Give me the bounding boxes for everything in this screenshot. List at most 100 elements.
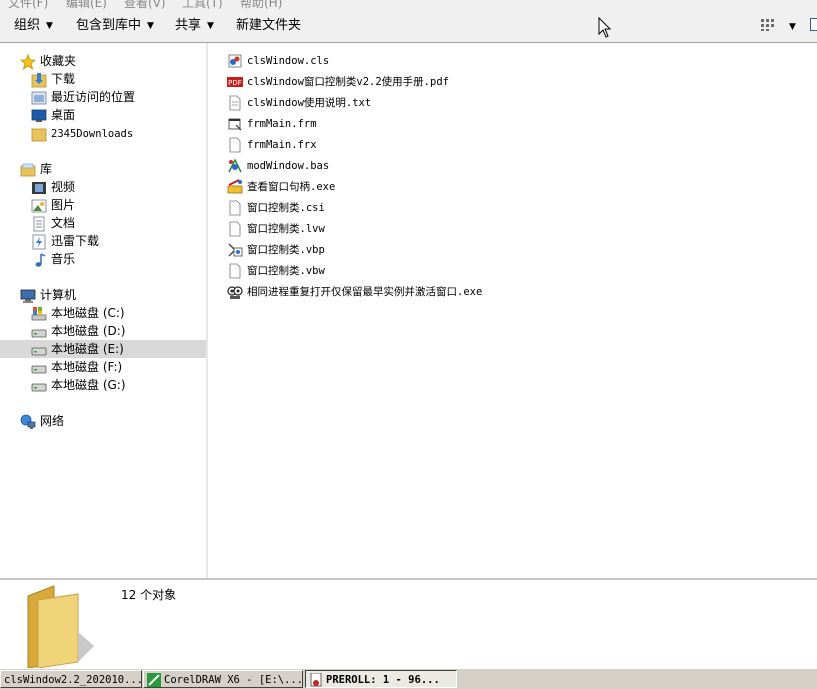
- hard-drive-icon: [31, 324, 47, 340]
- menu-file[interactable]: 文件(F): [8, 0, 48, 10]
- organize-button[interactable]: 组织 ▼: [14, 17, 53, 35]
- preview-pane-icon: [810, 18, 817, 32]
- chevron-down-icon: ▼: [207, 21, 214, 31]
- vb-class-icon: [227, 53, 243, 69]
- chevron-down-icon: ▼: [147, 21, 154, 31]
- hard-drive-icon: [31, 342, 47, 358]
- thunder-download-icon: [31, 234, 47, 250]
- view-options-button[interactable]: [760, 18, 776, 36]
- nav-item-videos[interactable]: 视频: [31, 178, 75, 196]
- menu-view[interactable]: 查看(V): [124, 0, 166, 10]
- nav-favorites[interactable]: 收藏夹: [20, 52, 76, 70]
- include-in-library-label: 包含到库中: [76, 18, 141, 33]
- menu-help[interactable]: 帮助(H): [240, 0, 282, 10]
- nav-item-label: 本地磁盘 (C:): [51, 306, 125, 320]
- list-item[interactable]: modWindow.bas: [227, 156, 329, 175]
- taskbar-button-explorer[interactable]: clsWindow2.2_202010...: [0, 670, 142, 688]
- taskbar-button-coreldraw[interactable]: CorelDRAW X6 - [E:\...: [143, 670, 303, 688]
- file-name: clsWindow.cls: [247, 55, 329, 67]
- library-icon: [20, 162, 36, 178]
- nav-item-desktop[interactable]: 桌面: [31, 106, 75, 124]
- vb-module-icon: [227, 158, 243, 174]
- file-name: clsWindow窗口控制类v2.2使用手册.pdf: [247, 76, 449, 88]
- desktop-icon: [31, 108, 47, 124]
- nav-item-thunder-downloads[interactable]: 迅雷下载: [31, 232, 99, 250]
- nav-item-label: 下载: [51, 72, 75, 86]
- nav-network[interactable]: 网络: [20, 412, 64, 430]
- nav-item-label: 图片: [51, 198, 75, 212]
- nav-item-pictures[interactable]: 图片: [31, 196, 75, 214]
- hard-drive-icon: [31, 378, 47, 394]
- pdf-icon: PDF: [227, 74, 243, 90]
- nav-item-drive-c[interactable]: 本地磁盘 (C:): [31, 304, 125, 322]
- command-bar: 组织 ▼ 包含到库中 ▼ 共享 ▼ 新建文件夹 ▼: [0, 10, 817, 43]
- documents-icon: [31, 216, 47, 232]
- list-item[interactable]: frmMain.frm: [227, 114, 317, 133]
- list-item[interactable]: clsWindow使用说明.txt: [227, 93, 371, 112]
- nav-item-drive-e[interactable]: 本地磁盘 (E:): [0, 340, 206, 358]
- file-name: clsWindow使用说明.txt: [247, 97, 371, 109]
- nav-libraries[interactable]: 库: [20, 160, 52, 178]
- taskbar-button-preroll[interactable]: PREROLL: 1 - 96...: [305, 670, 457, 688]
- file-name: 查看窗口句柄.exe: [247, 181, 335, 193]
- nav-item-label: 本地磁盘 (G:): [51, 378, 126, 392]
- file-name: 窗口控制类.vbp: [247, 244, 325, 256]
- view-grid-icon: [760, 18, 776, 32]
- nav-item-documents[interactable]: 文档: [31, 214, 75, 232]
- menu-edit[interactable]: 编辑(E): [66, 0, 107, 10]
- menu-tools[interactable]: 工具(T): [182, 0, 223, 10]
- nav-item-drive-d[interactable]: 本地磁盘 (D:): [31, 322, 125, 340]
- list-item[interactable]: 窗口控制类.csi: [227, 198, 325, 217]
- downloads-folder-icon: [31, 72, 47, 88]
- list-item[interactable]: 窗口控制类.vbw: [227, 261, 325, 280]
- view-dropdown-button[interactable]: ▼: [789, 17, 796, 35]
- share-label: 共享: [175, 18, 201, 33]
- nav-computer[interactable]: 计算机: [20, 286, 76, 304]
- large-folder-icon: [24, 582, 96, 668]
- nav-network-label: 网络: [40, 414, 64, 428]
- taskbar-label: clsWindow2.2_202010...: [4, 674, 142, 686]
- svg-text:PDF: PDF: [228, 79, 242, 87]
- nav-item-drive-g[interactable]: 本地磁盘 (G:): [31, 376, 126, 394]
- nav-item-recent-places[interactable]: 最近访问的位置: [31, 88, 135, 106]
- menu-bar: 文件(F) 编辑(E) 查看(V) 工具(T) 帮助(H): [0, 0, 817, 10]
- list-item[interactable]: 窗口控制类.lvw: [227, 219, 325, 238]
- mouse-cursor-icon: [598, 17, 612, 39]
- nav-item-drive-f[interactable]: 本地磁盘 (F:): [31, 358, 122, 376]
- include-in-library-button[interactable]: 包含到库中 ▼: [76, 17, 154, 35]
- exe-tool-icon: [227, 179, 243, 195]
- new-folder-button[interactable]: 新建文件夹: [236, 17, 301, 35]
- list-item[interactable]: PDF clsWindow窗口控制类v2.2使用手册.pdf: [227, 72, 449, 91]
- blank-file-icon: [227, 137, 243, 153]
- list-item[interactable]: 窗口控制类.vbp: [227, 240, 325, 259]
- music-note-icon: [31, 252, 47, 268]
- organize-label: 组织: [14, 18, 40, 33]
- file-name: frmMain.frm: [247, 118, 317, 130]
- folder-icon: [31, 126, 47, 142]
- nav-item-music[interactable]: 音乐: [31, 250, 75, 268]
- text-file-icon: [227, 95, 243, 111]
- preview-pane-button[interactable]: [810, 18, 817, 36]
- share-button[interactable]: 共享 ▼: [175, 17, 214, 35]
- exe-app-icon: [227, 284, 243, 300]
- list-item[interactable]: 相同进程重复打开仅保留最早实例并激活窗口.exe: [227, 282, 482, 301]
- list-item[interactable]: 查看窗口句柄.exe: [227, 177, 335, 196]
- computer-icon: [20, 288, 36, 304]
- list-item[interactable]: frmMain.frx: [227, 135, 317, 154]
- chevron-down-icon: ▼: [46, 21, 53, 31]
- nav-favorites-label: 收藏夹: [40, 54, 76, 68]
- preroll-app-icon: [309, 673, 323, 687]
- blank-file-icon: [227, 263, 243, 279]
- vb-project-icon: [227, 242, 243, 258]
- blank-file-icon: [227, 200, 243, 216]
- nav-item-label: 视频: [51, 180, 75, 194]
- list-item[interactable]: clsWindow.cls: [227, 51, 329, 70]
- nav-item-downloads[interactable]: 下载: [31, 70, 75, 88]
- system-drive-icon: [31, 306, 47, 322]
- network-icon: [20, 414, 36, 430]
- nav-computer-label: 计算机: [40, 288, 76, 302]
- taskbar: clsWindow2.2_202010... CorelDRAW X6 - [E…: [0, 668, 817, 689]
- nav-item-2345downloads[interactable]: 2345Downloads: [31, 124, 133, 142]
- video-icon: [31, 180, 47, 196]
- nav-item-label: 最近访问的位置: [51, 90, 135, 104]
